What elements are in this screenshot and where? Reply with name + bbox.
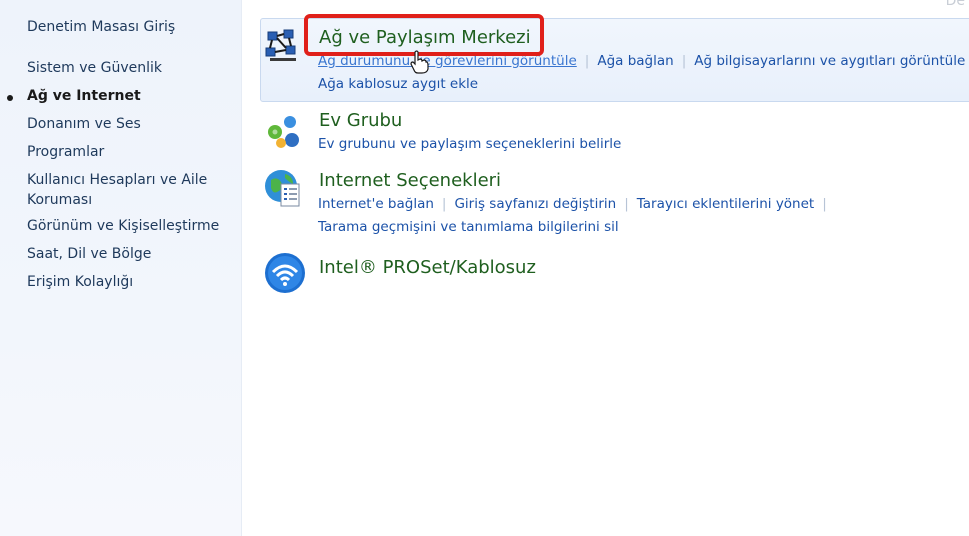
network-sharing-links-row2: Ağa kablosuz aygıt ekle (318, 75, 478, 93)
sidebar-item-clock-region[interactable]: Saat, Dil ve Bölge (27, 244, 232, 264)
internet-options-links: Internet'e bağlan | Giriş sayfanızı değişt… (318, 196, 827, 212)
sidebar-item-system-security[interactable]: Sistem ve Güvenlik (27, 58, 232, 78)
connect-network-link[interactable]: Ağa bağlan (597, 53, 673, 69)
sidebar-item-ease-of-access[interactable]: Erişim Kolaylığı (27, 272, 232, 292)
internet-options-icon[interactable] (263, 168, 303, 208)
sidebar-item-programs[interactable]: Programlar (27, 142, 232, 162)
sidebar-item-hardware-sound[interactable]: Donanım ve Ses (27, 114, 232, 134)
sidebar-item-user-accounts[interactable]: Kullanıcı Hesapları ve Aile Koruması (27, 170, 217, 210)
sidebar-item-appearance[interactable]: Görünüm ve Kişiselleştirme (27, 216, 232, 236)
sidebar-item-home[interactable]: Denetim Masası Giriş (27, 17, 232, 37)
network-icon[interactable] (264, 26, 304, 66)
active-bullet (7, 95, 13, 101)
sidebar: Denetim Masası Giriş Sistem ve Güvenlik … (0, 0, 242, 536)
change-homepage-link[interactable]: Giriş sayfanızı değiştirin (454, 196, 616, 212)
wireless-icon[interactable] (264, 252, 305, 293)
clipped-header-text: De (945, 0, 965, 9)
internet-options-links-row2: Tarama geçmişini ve tanımlama bilgilerin… (318, 218, 619, 236)
hand-cursor-icon (409, 50, 429, 74)
delete-history-link[interactable]: Tarama geçmişini ve tanımlama bilgilerin… (318, 219, 619, 235)
sidebar-item-network-internet[interactable]: Ağ ve Internet (27, 86, 232, 106)
homegroup-icon[interactable] (264, 112, 304, 152)
homegroup-options-link[interactable]: Ev grubunu ve paylaşım seçeneklerini bel… (318, 136, 621, 152)
view-network-status-link[interactable]: Ağ durumunu ve görevlerini görüntüle (318, 53, 577, 69)
intel-proset-title[interactable]: Intel® PROSet/Kablosuz (319, 257, 536, 279)
homegroup-links: Ev grubunu ve paylaşım seçeneklerini bel… (318, 135, 621, 153)
manage-addons-link[interactable]: Tarayıcı eklentilerini yönet (637, 196, 814, 212)
internet-options-title[interactable]: Internet Seçenekleri (319, 170, 501, 192)
homegroup-title[interactable]: Ev Grubu (319, 110, 402, 132)
network-sharing-title[interactable]: Ağ ve Paylaşım Merkezi (319, 27, 531, 49)
add-wireless-device-link[interactable]: Ağa kablosuz aygıt ekle (318, 76, 478, 92)
view-network-computers-link[interactable]: Ağ bilgisayarlarını ve aygıtları görüntü… (694, 53, 965, 69)
connect-internet-link[interactable]: Internet'e bağlan (318, 196, 434, 212)
